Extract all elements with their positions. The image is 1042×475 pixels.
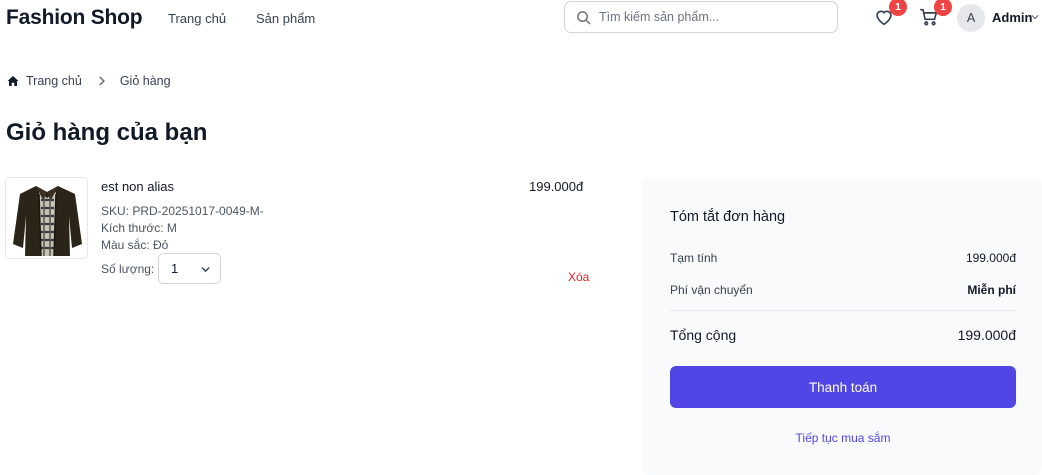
total-row: Tổng cộng 199.000đ (670, 327, 1016, 343)
subtotal-label: Tạm tính (670, 251, 718, 265)
page-title: Giỏ hàng của bạn (6, 119, 208, 146)
search-box (564, 1, 838, 33)
cart-item-price: 199.000đ (529, 179, 584, 194)
avatar[interactable]: A (957, 4, 985, 32)
cart-count-badge: 1 (934, 0, 952, 16)
continue-shopping-link[interactable]: Tiếp tục mua sắm (670, 431, 1016, 445)
wishlist-button[interactable]: 1 (873, 0, 907, 30)
breadcrumb: Trang chủ Giỏ hàng (7, 74, 171, 88)
shipping-value: Miễn phí (967, 283, 1016, 297)
breadcrumb-home[interactable]: Trang chủ (26, 74, 82, 88)
nav-link-products[interactable]: Sản phẩm (256, 11, 315, 26)
search-icon (577, 10, 591, 24)
summary-divider (670, 310, 1016, 311)
quantity-select[interactable]: 1 (158, 253, 221, 284)
search-input[interactable] (599, 10, 829, 24)
chevron-right-icon (99, 76, 105, 86)
subtotal-row: Tạm tính 199.000đ (670, 251, 1016, 265)
remove-item-button[interactable]: Xóa (568, 270, 589, 284)
total-label: Tổng cộng (670, 327, 737, 343)
jacket-image (6, 178, 87, 258)
cart-item-size: Kích thước: M (101, 221, 177, 235)
cart-item-sku: SKU: PRD-20251017-0049-M- (101, 204, 264, 218)
brand-logo[interactable]: Fashion Shop (6, 6, 143, 30)
total-value: 199.000đ (957, 327, 1016, 343)
cart-item-name[interactable]: est non alias (101, 179, 174, 194)
quantity-value: 1 (171, 261, 179, 276)
summary-title: Tóm tắt đơn hàng (670, 209, 786, 225)
checkout-button[interactable]: Thanh toán (670, 366, 1016, 408)
top-navbar: Fashion Shop Trang chủ Sản phẩm 1 1 A Ad… (0, 0, 1042, 36)
product-thumbnail[interactable] (5, 177, 88, 259)
chevron-down-icon (201, 267, 210, 273)
cart-item-color: Màu sắc: Đỏ (101, 238, 169, 252)
user-menu-name[interactable]: Admin (992, 10, 1032, 25)
wishlist-count-badge: 1 (889, 0, 907, 16)
home-icon (7, 76, 19, 86)
nav-link-home[interactable]: Trang chủ (168, 11, 226, 26)
chevron-down-icon[interactable] (1030, 12, 1040, 22)
subtotal-value: 199.000đ (965, 251, 1016, 265)
quantity-label: Số lượng: (101, 262, 155, 276)
shipping-row: Phí vận chuyển Miễn phí (670, 283, 1016, 297)
order-summary-panel: Tóm tắt đơn hàng Tạm tính 199.000đ Phí v… (642, 177, 1042, 475)
cart-button[interactable]: 1 (918, 0, 952, 30)
breadcrumb-current: Giỏ hàng (119, 74, 171, 88)
shipping-label: Phí vận chuyển (670, 283, 753, 297)
